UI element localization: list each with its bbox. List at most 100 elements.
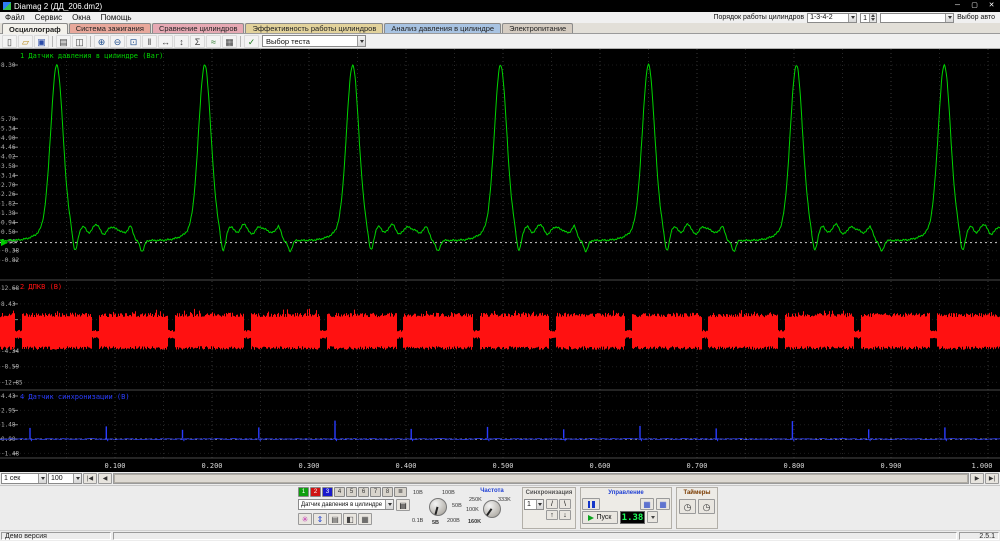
frequency-knob-label[interactable]: 333K bbox=[498, 497, 511, 503]
sync-title: Синхронизация bbox=[524, 489, 574, 497]
channel-layout-button[interactable]: ≣ bbox=[394, 487, 407, 497]
svg-text:0.00: 0.00 bbox=[1, 436, 16, 443]
new-file-icon[interactable]: ▯ bbox=[2, 35, 17, 48]
frequency-knob-label[interactable]: 160K bbox=[468, 519, 481, 525]
toolbar: ▯▱▣ ▤◫ ⊕⊖⊡‖↔↕Σ≈▦ ✓ Выбор теста bbox=[0, 34, 1000, 49]
scroll-home-button[interactable]: |◀ bbox=[83, 473, 97, 484]
channel-6-button[interactable]: 6 bbox=[358, 487, 369, 497]
wave-icon[interactable]: ≈ bbox=[206, 35, 221, 48]
tab-5[interactable]: Анализ давления в цилиндре bbox=[384, 23, 501, 33]
menu-item-1[interactable]: Файл bbox=[0, 12, 30, 23]
start-button[interactable]: Пуск bbox=[582, 511, 618, 524]
measure-vertical-icon[interactable]: ↕ bbox=[174, 35, 189, 48]
cylinder-number-stepper[interactable]: 1 bbox=[860, 13, 877, 23]
channel-2-button[interactable]: 2 bbox=[310, 487, 321, 497]
cylinder-order-select[interactable]: 1-3-4-2 bbox=[807, 13, 857, 23]
timer2-button[interactable]: ◷ bbox=[698, 499, 715, 514]
svg-text:4.90: 4.90 bbox=[1, 135, 16, 142]
chevron-down-icon bbox=[536, 500, 543, 509]
tab-6[interactable]: Электропитание bbox=[502, 23, 573, 33]
oscilloscope-plot[interactable]: 8.305.785.344.904.464.023.583.142.702.26… bbox=[0, 49, 1000, 472]
copy-icon[interactable]: ◫ bbox=[72, 35, 87, 48]
window-layout-alt-button[interactable]: ▦ bbox=[656, 498, 670, 510]
measure-horizontal-icon[interactable]: ↔ bbox=[158, 35, 173, 48]
voltage-knob-label[interactable]: 200B bbox=[447, 518, 460, 524]
voltage-knob-label[interactable]: 50B bbox=[452, 503, 462, 509]
close-button[interactable]: ✕ bbox=[983, 0, 1000, 12]
start-button-label: Пуск bbox=[596, 514, 611, 521]
timer1-button[interactable]: ◷ bbox=[679, 499, 696, 514]
chevron-down-icon bbox=[945, 14, 953, 22]
channel-4-button[interactable]: 4 bbox=[334, 487, 345, 497]
voltage-knob-label[interactable]: 100B bbox=[442, 490, 455, 496]
menu-item-2[interactable]: Сервис bbox=[30, 12, 67, 23]
split-view-button[interactable]: ◧ bbox=[343, 513, 357, 525]
signal-select[interactable]: Датчик давления в цилиндре bbox=[298, 499, 394, 510]
svg-text:0.100: 0.100 bbox=[104, 462, 125, 470]
print-button[interactable]: ▤ bbox=[396, 499, 410, 511]
window-layout-button[interactable]: ▦ bbox=[640, 498, 654, 510]
tab-4[interactable]: Эффективность работы цилиндров bbox=[245, 23, 383, 33]
print-icon[interactable]: ▤ bbox=[56, 35, 71, 48]
tab-1[interactable]: Осциллограф bbox=[2, 23, 68, 34]
minimize-button[interactable]: ─ bbox=[949, 0, 966, 12]
grid-toggle-icon[interactable]: ▦ bbox=[222, 35, 237, 48]
scroll-right-button[interactable]: ▶ bbox=[970, 473, 984, 484]
frequency-knob-label[interactable]: 100K bbox=[466, 507, 479, 513]
save-file-icon[interactable]: ▣ bbox=[34, 35, 49, 48]
cursors-icon[interactable]: ‖ bbox=[142, 35, 157, 48]
sync-channel-select[interactable]: 1 bbox=[524, 499, 544, 510]
svg-text:5.78: 5.78 bbox=[1, 116, 16, 123]
scroll-end-button[interactable]: ▶| bbox=[985, 473, 999, 484]
sync-level-up-button[interactable]: ↑ bbox=[546, 510, 558, 520]
tab-2[interactable]: Система зажигания bbox=[69, 23, 151, 33]
oscilloscope-area[interactable]: 8.305.785.344.904.464.023.583.142.702.26… bbox=[0, 49, 1000, 472]
maximize-button[interactable]: ▢ bbox=[966, 0, 983, 12]
display-options-button[interactable] bbox=[647, 511, 658, 523]
pause-button[interactable] bbox=[582, 498, 600, 510]
sum-icon[interactable]: Σ bbox=[190, 35, 205, 48]
menu-item-3[interactable]: Окна bbox=[67, 12, 96, 23]
zoom-in-icon[interactable]: ⊕ bbox=[94, 35, 109, 48]
sync-rising-edge-button[interactable]: / bbox=[546, 499, 558, 509]
list-button[interactable]: ▤ bbox=[328, 513, 342, 525]
frequency-knob-label[interactable]: 250K bbox=[469, 497, 482, 503]
channel-5-button[interactable]: 5 bbox=[346, 487, 357, 497]
vertical-arrows-button[interactable]: ⇕ bbox=[313, 513, 327, 525]
scroll-left-button[interactable]: ◀ bbox=[98, 473, 112, 484]
channel-7-button[interactable]: 7 bbox=[370, 487, 381, 497]
timers-group: Таймеры ◷ ◷ bbox=[676, 487, 718, 529]
svg-text:4 Датчик синхронизации (В): 4 Датчик синхронизации (В) bbox=[20, 393, 130, 401]
titlebar: Diamag 2 (ДД_206.dm2) ─ ▢ ✕ bbox=[0, 0, 1000, 12]
channel-buttons: 12345678≣ bbox=[298, 487, 410, 497]
open-file-icon[interactable]: ▱ bbox=[18, 35, 33, 48]
status-version-label: 2.5.1 bbox=[959, 532, 999, 540]
grid-view-button[interactable]: ▦ bbox=[358, 513, 372, 525]
voltage-knob-label[interactable]: 0.1B bbox=[412, 518, 423, 524]
channel-3-button[interactable]: 3 bbox=[322, 487, 333, 497]
voltage-knob[interactable] bbox=[429, 498, 447, 516]
voltage-knob-label[interactable]: 5B bbox=[432, 520, 439, 526]
percent-select[interactable]: 100 bbox=[48, 473, 82, 484]
zoom-out-icon[interactable]: ⊖ bbox=[110, 35, 125, 48]
frequency-knob[interactable] bbox=[483, 500, 501, 518]
test-select[interactable]: Выбор теста bbox=[262, 35, 366, 47]
stepper-arrows[interactable] bbox=[869, 14, 876, 22]
scrollbar-thumb[interactable] bbox=[114, 474, 968, 483]
sync-level-down-button[interactable]: ↓ bbox=[559, 510, 571, 520]
svg-text:1.38: 1.38 bbox=[1, 210, 16, 217]
zoom-fit-icon[interactable]: ⊡ bbox=[126, 35, 141, 48]
horizontal-scrollbar[interactable] bbox=[113, 473, 969, 484]
channel-1-button[interactable]: 1 bbox=[298, 487, 309, 497]
settings-flower-button[interactable]: ✳ bbox=[298, 513, 312, 525]
timebase-select[interactable]: 1 сек bbox=[1, 473, 47, 484]
toolbar-icons: ▯▱▣ ▤◫ ⊕⊖⊡‖↔↕Σ≈▦ ✓ bbox=[2, 35, 259, 48]
sync-falling-edge-button[interactable]: \ bbox=[559, 499, 571, 509]
channel-8-button[interactable]: 8 bbox=[382, 487, 393, 497]
test-check-icon[interactable]: ✓ bbox=[244, 35, 259, 48]
voltage-knob-label[interactable]: 10B bbox=[413, 490, 423, 496]
tab-3[interactable]: Сравнение цилиндров bbox=[152, 23, 245, 33]
menu-item-4[interactable]: Помощь bbox=[96, 12, 137, 23]
vehicle-select[interactable] bbox=[880, 13, 954, 23]
measurement-display: 1.38 bbox=[620, 511, 645, 524]
